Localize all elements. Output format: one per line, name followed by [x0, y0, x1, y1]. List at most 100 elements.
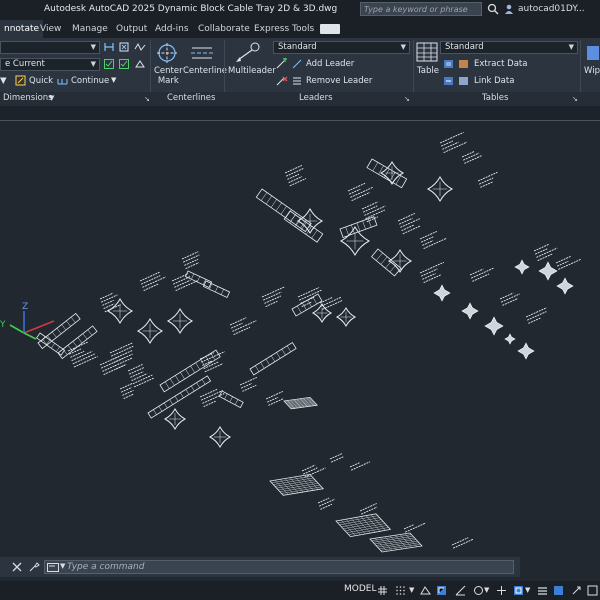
customize-icon[interactable]: [28, 561, 40, 573]
extract-data-button[interactable]: Extract Data: [474, 59, 527, 69]
annotation-scale-icon[interactable]: [587, 585, 598, 596]
lineweight-icon[interactable]: [537, 585, 548, 596]
quick-button[interactable]: Quick: [29, 76, 53, 86]
leader-annotation: [265, 391, 284, 406]
tab-collaborate[interactable]: Collaborate: [198, 20, 250, 38]
transparency-icon[interactable]: [553, 585, 564, 596]
leader-align-icon[interactable]: [291, 75, 303, 87]
panel-label-leaders: Leaders: [299, 93, 333, 103]
tray-segment-rungs: [255, 345, 292, 372]
leader-annotation: [284, 165, 307, 187]
infer-constraints-icon[interactable]: [420, 585, 431, 596]
model-space-canvas[interactable]: ZY: [0, 121, 600, 580]
isometric-icon[interactable]: [473, 585, 484, 596]
panel-label-dimensions[interactable]: Dimensions: [3, 93, 53, 103]
remove-leader-button[interactable]: Remove Leader: [306, 76, 372, 86]
wipeout-button[interactable]: Wip: [584, 66, 600, 76]
leader-annotation: [349, 461, 371, 471]
leader-annotation: [139, 271, 166, 292]
dim-inspect-icon[interactable]: [103, 58, 115, 70]
grid-icon[interactable]: [377, 585, 388, 596]
tab-manage[interactable]: Manage: [72, 20, 108, 38]
dimensions-expand-arrow[interactable]: ▼: [49, 94, 54, 102]
continue-dimension-icon[interactable]: [57, 75, 68, 86]
wipeout-icon[interactable]: [586, 44, 600, 62]
leaders-dialog-launcher[interactable]: ↘: [404, 95, 410, 103]
dim-oblique-icon[interactable]: [134, 41, 146, 53]
ladder-tray-rungs: [42, 316, 76, 345]
add-leader-icon[interactable]: [275, 58, 288, 70]
centerline-icon[interactable]: [190, 44, 214, 62]
remove-leader-icon[interactable]: [275, 75, 288, 87]
center-mark-icon[interactable]: [156, 42, 178, 64]
dim-layer-dropdown[interactable]: e Current ▼: [0, 58, 100, 71]
file-tab-strip: [0, 106, 600, 120]
tab-annotate[interactable]: nnotate: [0, 20, 44, 38]
leader-extra-icon[interactable]: [291, 58, 303, 70]
search-input[interactable]: Type a keyword or phrase: [360, 2, 482, 16]
leader-annotation: [419, 231, 447, 250]
snap-icon[interactable]: [395, 585, 406, 596]
object-snap-icon[interactable]: [513, 585, 524, 596]
command-prompt: Type a command: [67, 562, 145, 572]
center-mark-button[interactable]: Center Mark: [154, 66, 183, 86]
tray-segment: [159, 349, 221, 393]
leader-annotation: [119, 383, 135, 400]
multileader-icon[interactable]: [233, 42, 261, 64]
tab-express-tools[interactable]: Express Tools: [254, 20, 314, 38]
dim-reassociate-icon[interactable]: [134, 58, 146, 70]
ortho-icon[interactable]: [436, 585, 447, 596]
tables-dialog-launcher[interactable]: ↘: [572, 95, 578, 103]
polar-dropdown-arrow[interactable]: ▼: [484, 586, 489, 594]
table-icon[interactable]: [416, 42, 438, 62]
extract-data-extra-icon[interactable]: [458, 58, 470, 70]
dim-update-icon[interactable]: [118, 58, 130, 70]
selection-cycling-icon[interactable]: [571, 585, 582, 596]
leader-annotation: [239, 376, 258, 392]
leader-annotation: [451, 537, 474, 549]
dim-break-icon[interactable]: [103, 41, 115, 53]
leader-annotation: [261, 286, 285, 308]
close-icon[interactable]: [12, 562, 22, 572]
leader-annotation: [525, 307, 547, 324]
command-history-icon[interactable]: [47, 563, 59, 572]
dim-style-dropdown[interactable]: ▼: [0, 41, 100, 54]
tab-view[interactable]: View: [40, 20, 61, 38]
command-line: ▼ Type a command: [0, 557, 520, 577]
tray-segment: [291, 293, 323, 317]
tab-output[interactable]: Output: [116, 20, 147, 38]
link-data-button[interactable]: Link Data: [474, 76, 514, 86]
table-button[interactable]: Table: [417, 66, 439, 76]
tray-segment: [371, 248, 402, 277]
continue-button[interactable]: Continue: [71, 76, 109, 86]
osnap-dropdown-arrow[interactable]: ▼: [525, 586, 530, 594]
quick-dimension-icon[interactable]: [15, 75, 26, 86]
multileader-button[interactable]: Multileader: [228, 66, 276, 76]
object-snap-tracking-icon[interactable]: [496, 585, 507, 596]
link-data-extra-icon[interactable]: [458, 75, 470, 87]
snap-dropdown-arrow[interactable]: ▼: [409, 586, 414, 594]
user-name[interactable]: autocad01DY...: [518, 4, 585, 14]
dimensions-dialog-launcher[interactable]: ↘: [144, 95, 150, 103]
dim-space-icon[interactable]: [118, 41, 130, 53]
leader-annotation: [67, 341, 98, 368]
panel-label-centerlines: Centerlines: [167, 93, 216, 103]
command-history-arrow[interactable]: ▼: [60, 562, 65, 570]
wire-mesh-tray-hatch: [337, 514, 389, 536]
ucs-y-label: Y: [0, 320, 6, 330]
table-style-dropdown[interactable]: Standard ▼: [440, 41, 578, 54]
drawing-viewport[interactable]: ZY: [0, 120, 600, 580]
ucs-y-axis-tail: [23, 332, 37, 340]
centerline-button[interactable]: Centerline: [183, 66, 227, 76]
polar-tracking-icon[interactable]: [455, 585, 466, 596]
tab-add-ins[interactable]: Add-ins: [155, 20, 189, 38]
continue-dropdown-arrow[interactable]: ▼: [111, 76, 116, 84]
multileader-style-dropdown[interactable]: Standard ▼: [273, 41, 410, 54]
add-leader-button[interactable]: Add Leader: [306, 59, 354, 69]
search-icon[interactable]: [487, 3, 499, 15]
link-data-icon[interactable]: [443, 75, 455, 87]
user-icon[interactable]: [504, 4, 514, 14]
tab-overflow-toggle[interactable]: [320, 24, 340, 34]
extract-data-icon[interactable]: [443, 58, 455, 70]
model-space-toggle[interactable]: MODEL: [342, 583, 378, 595]
